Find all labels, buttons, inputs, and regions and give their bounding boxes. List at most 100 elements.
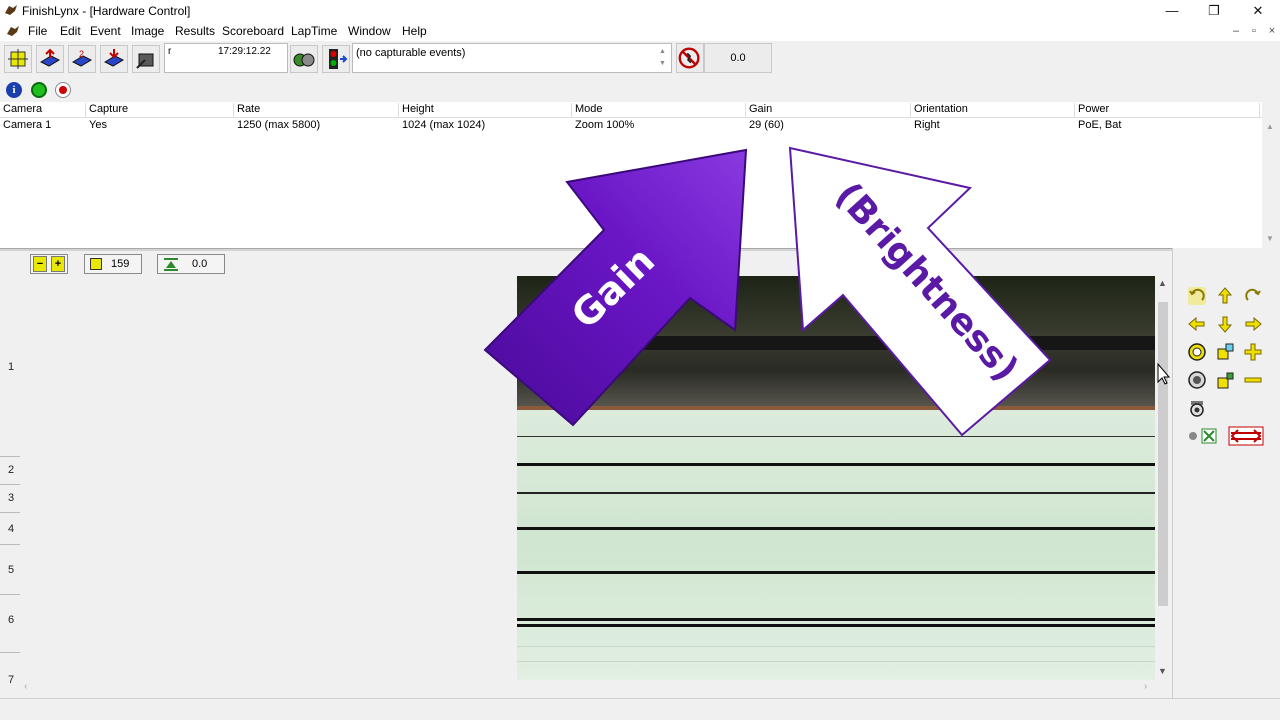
expand-lanes-button[interactable] [1228,426,1264,446]
ruler-label: 3 [8,492,15,504]
svg-text:2: 2 [79,49,84,59]
scroll-up-button[interactable] [1214,285,1236,307]
scroll-left-button[interactable] [1186,313,1208,335]
menu-scoreboard[interactable]: Scoreboard [222,24,284,38]
next-event-button[interactable]: 2 [68,45,96,73]
menu-window[interactable]: Window [348,24,391,38]
record-icon[interactable] [55,82,71,98]
traffic-light-icon [329,49,348,69]
title-bar: FinishLynx - [Hardware Control] — ❐ ✕ [0,0,1280,22]
clock-prefix: r [168,46,172,57]
restore-button[interactable]: ❐ [1192,0,1236,22]
info-icon[interactable]: i [6,82,22,98]
col-header-capture[interactable]: Capture [86,103,234,117]
start-sensor-button[interactable] [322,45,350,73]
plus-icon [1244,343,1262,361]
density-up-icon [1217,343,1234,360]
zoom-buttons[interactable]: − + [30,254,68,274]
status-bar [0,698,1280,720]
table-scrollbar[interactable]: ▲ ▼ [1262,102,1280,250]
density-value: 159 [111,258,130,270]
image-vertical-scrollbar[interactable]: ▲ ▼ [1155,276,1171,680]
col-header-gain[interactable]: Gain [746,103,911,117]
offset-icon [164,258,178,271]
col-header-power[interactable]: Power [1075,103,1260,117]
menu-file[interactable]: File [28,24,47,38]
col-header-mode[interactable]: Mode [572,103,746,117]
menu-image[interactable]: Image [131,24,164,38]
center-alt-button[interactable] [1186,369,1208,391]
lane-divider [0,652,20,653]
center-button[interactable] [1186,341,1208,363]
ruler-label: 1 [8,361,15,373]
zoom-in-icon[interactable]: + [51,256,65,272]
rotate-left-button[interactable] [1186,285,1208,307]
arrow-down-icon [1217,316,1233,333]
menu-laptime[interactable]: LapTime [291,24,337,38]
events-field[interactable]: (no capturable events) ▲ ▼ [352,43,672,73]
pane-splitter[interactable] [0,248,1172,251]
false-start-button[interactable] [676,43,704,73]
cell-orientation: Right [914,119,940,131]
camera-preview-button[interactable] [1186,397,1208,419]
menu-event[interactable]: Event [90,24,121,38]
density-up-button[interactable] [1214,341,1236,363]
runner-down-icon [103,49,125,67]
target-dot-icon [1188,371,1206,389]
target-ring-icon [1188,343,1206,361]
lane-divider [0,594,20,595]
cell-rate: 1250 (max 5800) [237,119,321,131]
document-icon[interactable] [6,24,20,38]
auto-fit-button[interactable] [1186,426,1220,446]
false-start-value: 0.0 [704,43,772,73]
mdi-close-button[interactable]: × [1264,25,1280,39]
cell-mode: Zoom 100% [575,119,635,131]
events-spinner[interactable]: ▲ ▼ [659,46,669,70]
minimize-button[interactable]: — [1150,0,1194,22]
cell-gain: 29 (60) [749,119,784,131]
open-event-button[interactable] [36,45,64,73]
mdi-restore-button[interactable]: ▫ [1246,25,1262,39]
camera-wrench-icon [136,53,154,69]
zoom-out-icon[interactable]: − [33,256,47,272]
col-header-rate[interactable]: Rate [234,103,399,117]
green-status-icon[interactable] [31,82,47,98]
col-header-height[interactable]: Height [399,103,572,117]
scroll-down-button[interactable] [1214,313,1236,335]
ruler-label: 2 [8,464,15,476]
zoom-in-button[interactable] [1242,341,1264,363]
offset-control[interactable]: 0.0 [157,254,225,274]
camera-settings-button[interactable] [132,45,160,73]
density-control[interactable]: 159 [84,254,142,274]
ruler-label: 6 [8,614,15,626]
events-text: (no capturable events) [356,47,466,59]
scroll-thumb[interactable] [1158,302,1168,606]
rotate-right-button[interactable] [1242,285,1264,307]
race-clock: 17:29:12.22 [218,46,271,57]
camera-grid-icon [8,49,28,69]
save-event-button[interactable] [100,45,128,73]
col-header-orientation[interactable]: Orientation [911,103,1075,117]
no-running-icon [678,47,700,69]
zoom-out-button[interactable] [1242,369,1264,391]
camera-arm-icon [293,53,315,67]
expand-arrows-icon [1228,426,1264,446]
capture-image[interactable] [517,276,1155,680]
lane-divider [0,512,20,513]
menu-edit[interactable]: Edit [60,24,81,38]
image-horizontal-scrollbar[interactable]: ‹ › [20,680,1155,696]
arm-camera-button[interactable] [290,45,318,73]
density-down-button[interactable] [1214,369,1236,391]
runner-up-icon [39,48,61,67]
close-button[interactable]: ✕ [1236,0,1280,22]
mdi-minimize-button[interactable]: – [1228,25,1244,39]
scroll-right-button[interactable] [1242,313,1264,335]
arrow-up-icon [1217,287,1233,304]
arrow-right-icon [1245,316,1262,332]
col-header-camera[interactable]: Camera [0,103,86,117]
capture-mode-button[interactable] [4,45,32,73]
menu-bar: File Edit Event Image Results Scoreboard… [0,22,1280,41]
menu-results[interactable]: Results [175,24,215,38]
menu-help[interactable]: Help [402,24,427,38]
runner-next-icon: 2 [71,49,93,67]
